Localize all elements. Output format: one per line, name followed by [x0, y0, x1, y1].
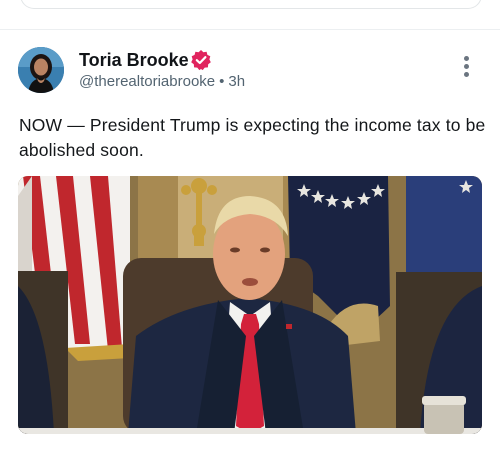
previous-post-card	[20, 0, 482, 9]
handle-line: @therealtoriabrooke • 3h	[79, 73, 245, 90]
post[interactable]: Toria Brooke @therealtoriabrooke • 3h NOW …	[0, 30, 500, 458]
more-vertical-icon[interactable]	[458, 56, 474, 82]
verified-badge-icon	[190, 49, 212, 71]
separator-dot: •	[219, 73, 225, 90]
avatar[interactable]	[18, 47, 64, 93]
post-text: NOW — President Trump is expecting the i…	[19, 115, 486, 160]
author-name[interactable]: Toria Brooke	[79, 50, 189, 71]
author-handle[interactable]: @therealtoriabrooke	[79, 73, 215, 90]
post-image[interactable]	[18, 176, 482, 434]
post-time[interactable]: 3h	[228, 73, 245, 90]
